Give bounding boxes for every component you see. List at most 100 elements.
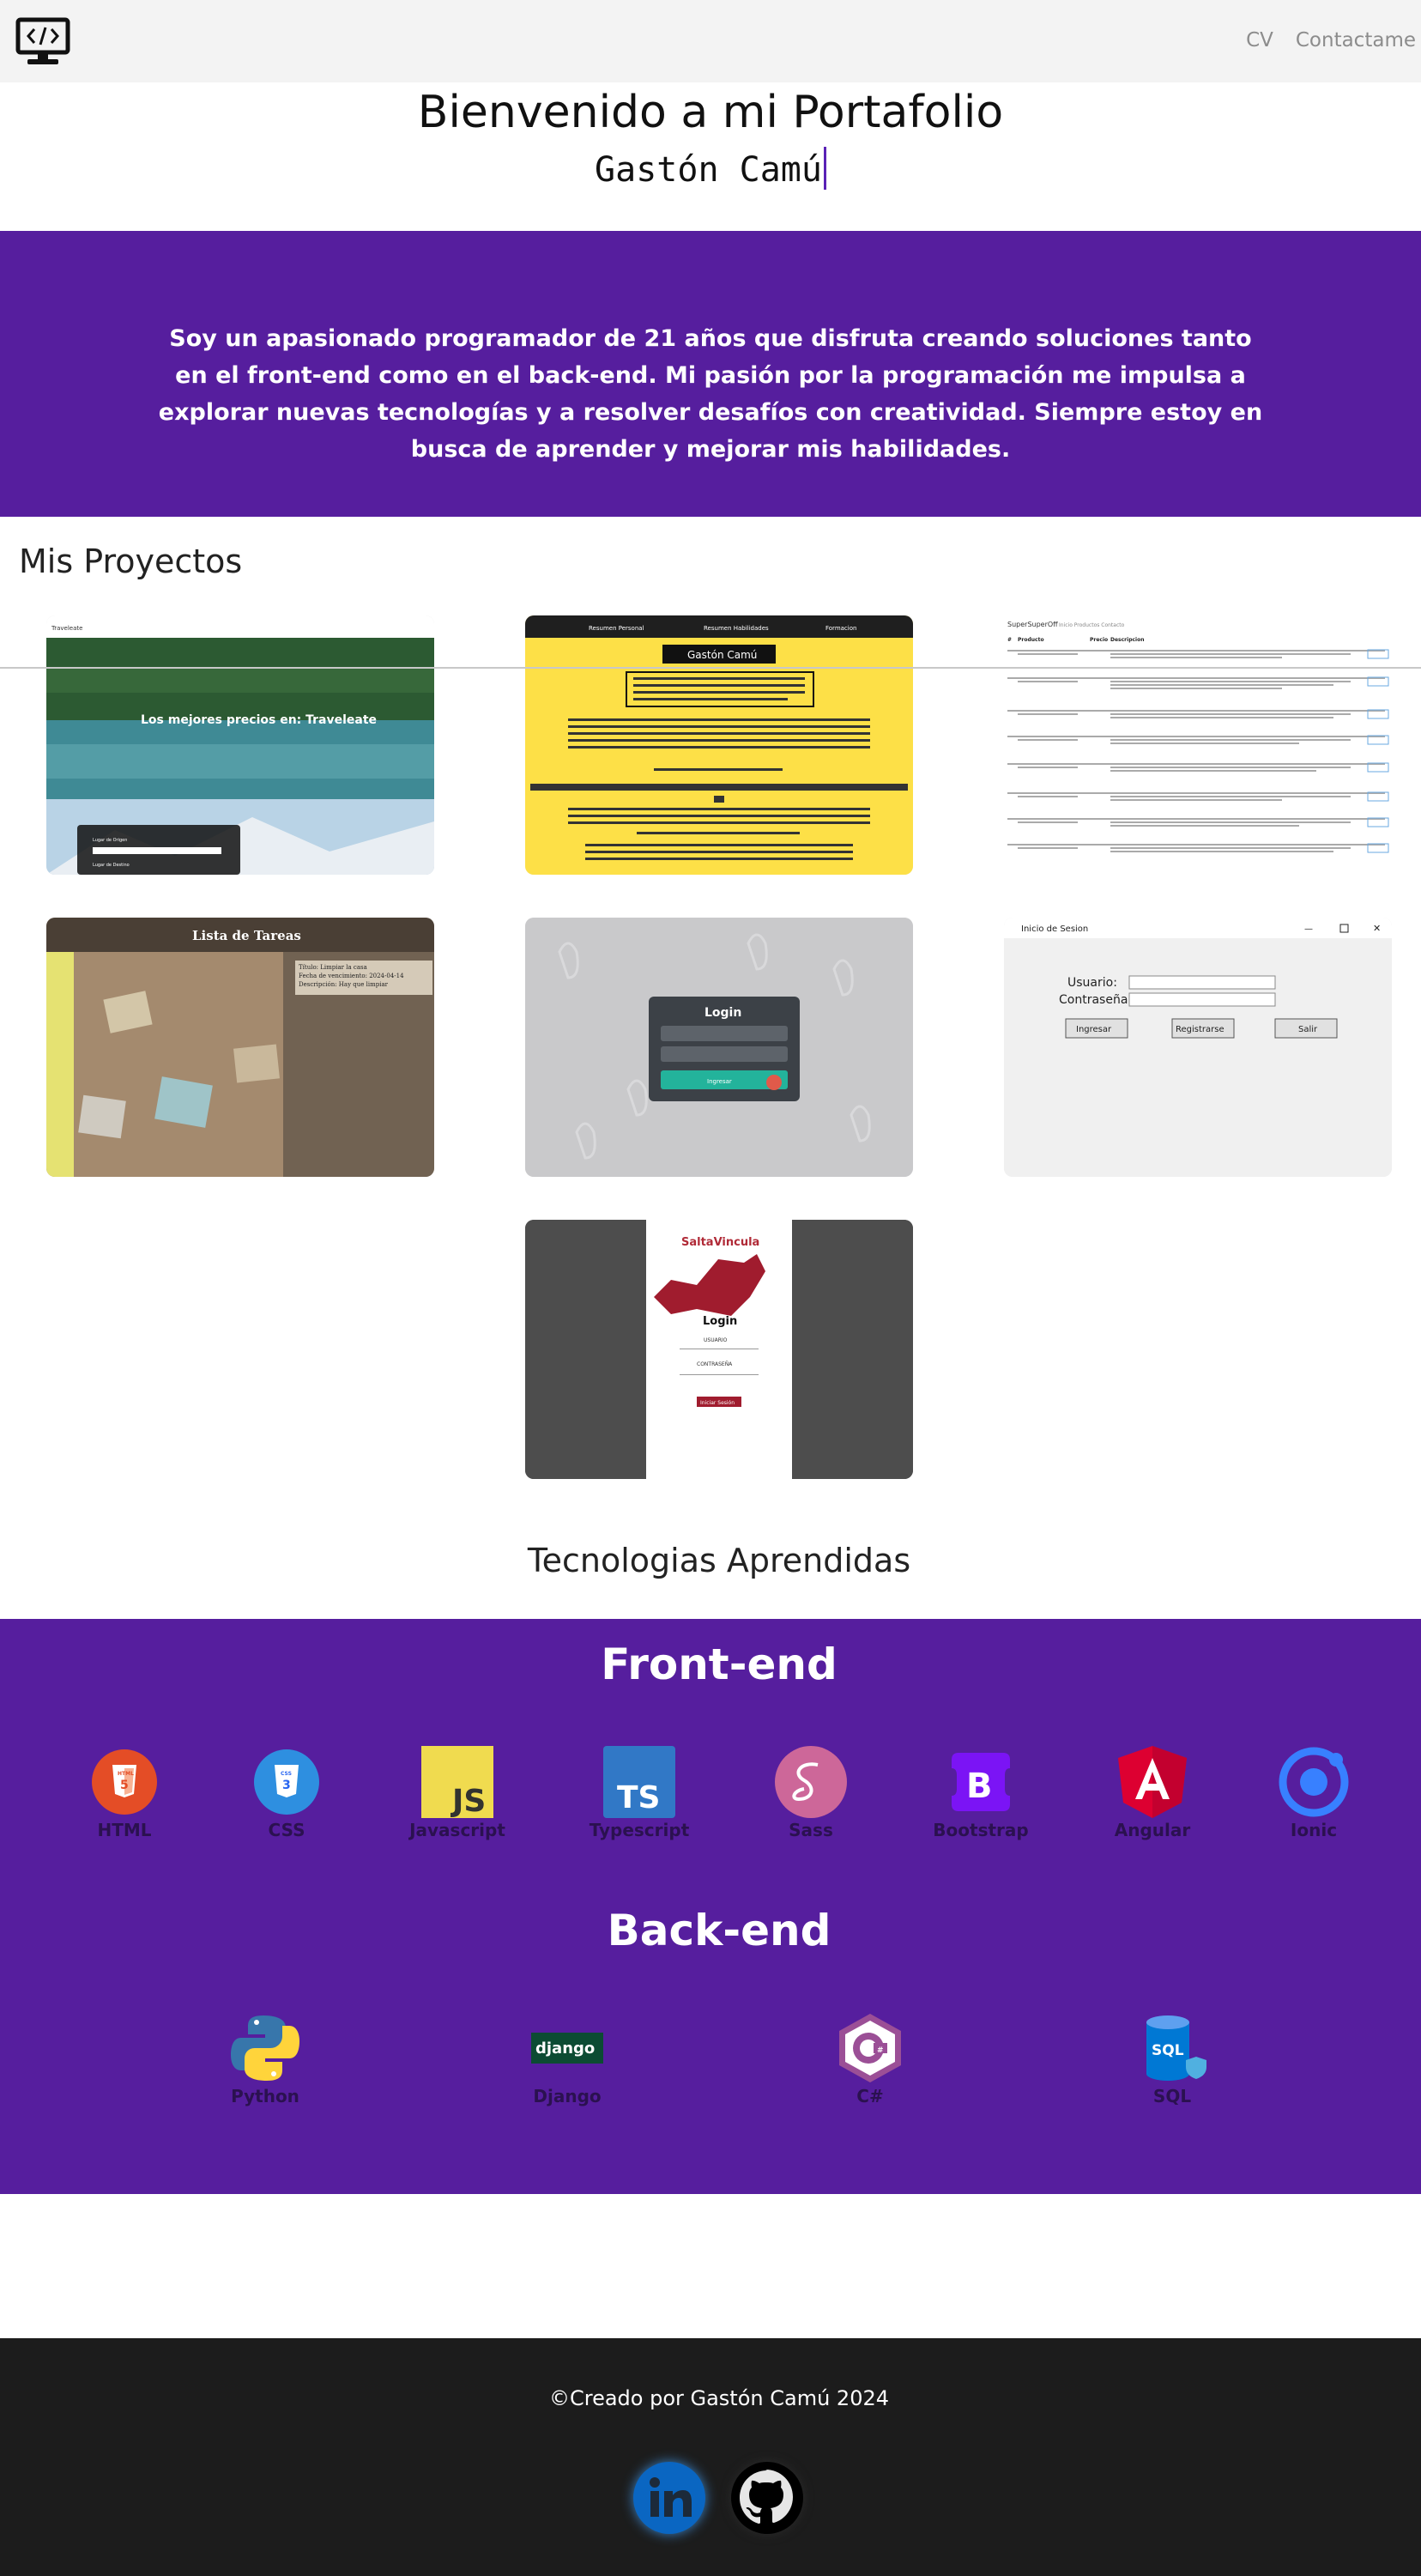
html5-icon: HTML 5 <box>88 1746 160 1818</box>
divider-line <box>0 667 1421 669</box>
typed-name: Gastón Camú <box>0 146 1421 194</box>
skill-label: SQL <box>1152 2086 1192 2106</box>
svg-text:Contraseña:: Contraseña: <box>1059 993 1132 1007</box>
nav-link-contactame[interactable]: Contactame <box>1296 29 1416 52</box>
svg-text:Título: Limpiar la casa: Título: Limpiar la casa <box>299 964 367 971</box>
project-card-traveleate[interactable]: Traveleate Los mejores precios en: Trave… <box>46 615 434 875</box>
svg-text:Resumen Personal: Resumen Personal <box>589 625 644 632</box>
skill-csharp: # C# <box>806 2012 934 2106</box>
svg-text:Formacion: Formacion <box>825 625 856 632</box>
navbar: CV Contactame <box>0 0 1421 82</box>
skill-label: Python <box>231 2086 299 2106</box>
csharp-icon: # <box>834 2012 906 2084</box>
angular-icon <box>1116 1746 1188 1818</box>
svg-text:CSS: CSS <box>281 1771 292 1777</box>
svg-text:Descripcion: Descripcion <box>1110 637 1145 643</box>
skill-label: HTML <box>97 1820 152 1840</box>
skills-section: Front-end HTML 5 HTML CSS 3 CSS JS Javascr… <box>0 1619 1421 2194</box>
sass-icon <box>775 1746 847 1818</box>
project-card-login[interactable]: Login Ingresar <box>525 918 913 1177</box>
svg-text:USUARIO: USUARIO <box>704 1337 728 1343</box>
skill-ionic: Ionic <box>1249 1746 1378 1840</box>
svg-text:Descripción: Hay que limpiar: Descripción: Hay que limpiar <box>299 981 389 988</box>
svg-text:Precio: Precio <box>1090 637 1108 643</box>
skill-label: Bootstrap <box>933 1820 1029 1840</box>
project-card-supersuperoff[interactable]: SuperSuperOff Inicio Productos Contacto … <box>1004 615 1392 875</box>
skill-angular: Angular <box>1088 1746 1217 1840</box>
author-name: Gastón Camú <box>595 150 822 190</box>
typing-caret <box>823 147 826 190</box>
svg-text:Lugar de Origen: Lugar de Origen <box>93 838 127 843</box>
project-card-cv[interactable]: Resumen Personal Resumen Habilidades For… <box>525 615 913 875</box>
skill-label: CSS <box>268 1820 305 1840</box>
project-card-saltavincula[interactable]: SaltaVincula Login USUARIO CONTRASEÑA In… <box>525 1220 913 1479</box>
skill-javascript: JS Javascript <box>393 1746 522 1840</box>
svg-text:—: — <box>1304 924 1313 934</box>
footer: ©Creado por Gastón Camú 2024 <box>0 2338 1421 2576</box>
svg-text:Login: Login <box>703 1315 737 1328</box>
linkedin-icon[interactable] <box>633 2462 705 2534</box>
svg-text:Inicio Productos Contacto: Inicio Productos Contacto <box>1059 622 1125 628</box>
svg-text:#: # <box>877 2046 884 2055</box>
svg-text:django: django <box>535 2040 595 2058</box>
mini-task-title: Lista de Tareas <box>192 928 301 943</box>
footer-copyright: ©Creado por Gastón Camú 2024 <box>548 2386 890 2410</box>
skill-django: django Django <box>503 2012 632 2106</box>
svg-text:JS: JS <box>450 1784 486 1818</box>
skill-python: Python <box>201 2012 330 2106</box>
svg-text:#: # <box>1007 637 1012 643</box>
skill-bootstrap: B Bootstrap <box>916 1746 1045 1840</box>
svg-text:Fecha de vencimiento: 2024-04-: Fecha de vencimiento: 2024-04-14 <box>299 973 404 979</box>
svg-text:Salir: Salir <box>1298 1025 1318 1034</box>
github-icon[interactable] <box>731 2462 803 2534</box>
svg-text:Ingresar: Ingresar <box>1076 1025 1112 1034</box>
svg-text:CONTRASEÑA: CONTRASEÑA <box>697 1361 733 1367</box>
svg-text:Registrarse: Registrarse <box>1176 1025 1224 1034</box>
sql-database-icon: SQL <box>1136 2012 1208 2084</box>
skill-css: CSS 3 CSS <box>222 1746 351 1840</box>
mini-brand: Traveleate <box>51 625 82 632</box>
svg-text:Login: Login <box>704 1006 741 1020</box>
svg-text:Producto: Producto <box>1018 637 1044 643</box>
svg-text:3: 3 <box>282 1779 291 1792</box>
project-card-lista-tareas[interactable]: Lista de Tareas Título: Limpiar la casa … <box>46 918 434 1177</box>
svg-text:Gastón Camú: Gastón Camú <box>687 649 757 661</box>
skill-label: C# <box>856 2086 884 2106</box>
code-monitor-icon[interactable] <box>15 17 70 67</box>
svg-text:Usuario:: Usuario: <box>1067 976 1117 990</box>
django-icon: django <box>531 2012 603 2084</box>
svg-text:Lugar de Destino: Lugar de Destino <box>93 863 130 868</box>
css3-icon: CSS 3 <box>251 1746 323 1818</box>
svg-text:Inicio de Sesion: Inicio de Sesion <box>1021 924 1088 934</box>
svg-text:Iniciar Sesión: Iniciar Sesión <box>700 1400 735 1406</box>
tech-title: Tecnologias Aprendidas <box>527 1542 911 1579</box>
projects-title: Mis Proyectos <box>19 542 243 580</box>
skill-label: Angular <box>1114 1820 1191 1840</box>
svg-text:SaltaVincula: SaltaVincula <box>681 1236 759 1249</box>
ionic-icon <box>1278 1746 1350 1818</box>
svg-text:SuperSuperOff: SuperSuperOff <box>1007 621 1058 628</box>
nav-link-cv[interactable]: CV <box>1246 29 1273 52</box>
skill-html: HTML 5 HTML <box>60 1746 189 1840</box>
javascript-icon: JS <box>421 1746 493 1819</box>
backend-title: Back-end <box>607 1906 831 1955</box>
typescript-icon: TS <box>603 1746 675 1818</box>
about-text: Soy un apasionado programador de 21 años… <box>158 325 1263 463</box>
svg-text:✕: ✕ <box>1373 923 1381 934</box>
svg-text:Resumen Habilidades: Resumen Habilidades <box>704 625 769 632</box>
frontend-title: Front-end <box>601 1640 837 1689</box>
skill-label: Typescript <box>589 1820 690 1840</box>
svg-text:B: B <box>966 1767 993 1806</box>
skill-label: Django <box>533 2086 602 2106</box>
skill-label: Javascript <box>409 1820 505 1840</box>
page-title: Bienvenido a mi Portafolio <box>417 87 1004 138</box>
python-icon <box>229 2012 301 2084</box>
svg-text:HTML: HTML <box>118 1771 134 1777</box>
project-card-inicio-sesion[interactable]: Inicio de Sesion — ✕ Usuario: Contraseña… <box>1004 918 1392 1177</box>
svg-text:Ingresar: Ingresar <box>707 1078 732 1085</box>
svg-text:5: 5 <box>120 1779 129 1792</box>
skill-label: Ionic <box>1290 1820 1338 1840</box>
skill-label: Sass <box>789 1820 833 1840</box>
skill-sass: Sass <box>747 1746 875 1840</box>
svg-text:TS: TS <box>617 1780 660 1815</box>
